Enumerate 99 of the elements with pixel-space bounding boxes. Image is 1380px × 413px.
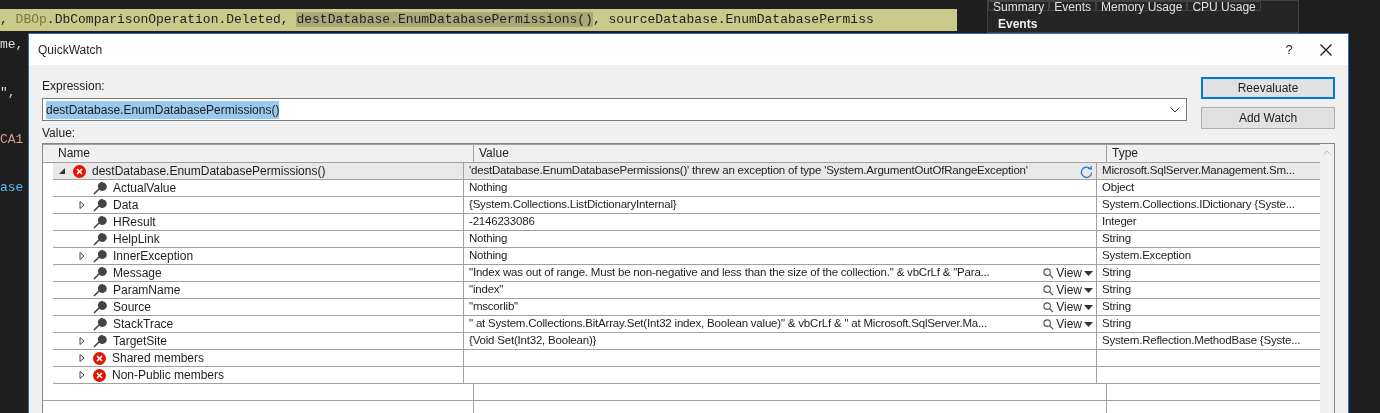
type-text: Object bbox=[1102, 180, 1135, 196]
expression-combobox[interactable]: destDatabase.EnumDatabasePermissions() bbox=[42, 98, 1187, 121]
collapsed-triangle-icon[interactable] bbox=[77, 200, 87, 210]
wrench-icon bbox=[93, 249, 107, 263]
value-text: "index" bbox=[469, 282, 505, 298]
value-text: Nothing bbox=[469, 231, 509, 247]
member-name: Shared members bbox=[112, 350, 205, 366]
value-text: Nothing bbox=[469, 248, 509, 264]
search-icon bbox=[1043, 301, 1055, 313]
code-fragment: me, bbox=[0, 36, 25, 54]
value-text: " at System.Collections.BitArray.Set(Int32 index, Boolean value)" & vbCrLf & " at Microsoft.SqlServer.Ma... bbox=[469, 316, 988, 332]
type-text: String bbox=[1102, 316, 1131, 332]
collapsed-triangle-icon[interactable] bbox=[77, 251, 87, 261]
caret-icon bbox=[1084, 287, 1093, 293]
view-button[interactable]: View bbox=[1043, 281, 1093, 299]
member-name: destDatabase.EnumDatabasePermissions() bbox=[92, 163, 326, 179]
member-name: Message bbox=[113, 265, 162, 281]
code-fragment: ase bbox=[0, 178, 25, 197]
caret-icon bbox=[1084, 321, 1093, 327]
wrench-icon bbox=[93, 266, 107, 280]
member-name: InnerException bbox=[113, 248, 194, 264]
view-button[interactable]: View bbox=[1043, 298, 1093, 316]
watch-row[interactable]: HelpLink Nothing String bbox=[53, 231, 1320, 248]
wrench-icon bbox=[93, 198, 107, 212]
value-text: "Index was out of range. Must be non-negative and less than the size of the collection." & vbCrLf & "Para... bbox=[469, 265, 991, 281]
column-header[interactable]: Type bbox=[1107, 145, 1320, 162]
scrollbar[interactable] bbox=[1320, 144, 1334, 413]
panel-heading: Events bbox=[997, 16, 1039, 33]
refresh-icon[interactable] bbox=[1080, 164, 1093, 178]
wrench-icon bbox=[93, 181, 107, 195]
member-name: Data bbox=[113, 197, 139, 213]
value-text: Nothing bbox=[469, 180, 509, 196]
type-text: System.Reflection.MethodBase {Syste... bbox=[1102, 333, 1301, 349]
collapsed-triangle-icon[interactable] bbox=[77, 353, 87, 363]
watch-row[interactable]: Non-Public members bbox=[53, 367, 1320, 384]
type-text: Integer bbox=[1102, 214, 1137, 230]
watch-row[interactable]: ParamName "index" View String bbox=[53, 282, 1320, 299]
type-text: System.Collections.IDictionary {Syste... bbox=[1102, 197, 1295, 213]
wrench-icon bbox=[93, 232, 107, 246]
code-fragment: CA1 bbox=[0, 131, 25, 149]
column-header[interactable]: Value bbox=[474, 145, 1107, 162]
value-text: -2146233086 bbox=[469, 214, 536, 230]
wrench-icon bbox=[93, 283, 107, 297]
type-text: String bbox=[1102, 231, 1131, 247]
watch-row[interactable]: destDatabase.EnumDatabasePermissions() 'destDatabase.EnumDatabasePermissions()' threw an exception of type 'System.ArgumentOutOfRangeException' Microsoft.SqlServer.Management.Sm... bbox=[53, 163, 1320, 180]
expanded-triangle-icon[interactable] bbox=[57, 166, 67, 176]
member-name: StackTrace bbox=[113, 316, 174, 332]
value-text: {Void Set(Int32, Boolean)} bbox=[469, 333, 598, 349]
value-text: {System.Collections.ListDictionaryInternal} bbox=[469, 197, 678, 213]
wrench-icon bbox=[93, 334, 107, 348]
watch-row[interactable]: Source "mscorlib" View String bbox=[53, 299, 1320, 316]
search-icon bbox=[1043, 318, 1055, 330]
expression-label: Expression: bbox=[42, 78, 106, 95]
caret-icon bbox=[1084, 304, 1093, 310]
wrench-icon bbox=[93, 215, 107, 229]
value-text: 'destDatabase.EnumDatabasePermissions()' threw an exception of type 'System.ArgumentOutOfRangeException' bbox=[469, 163, 1029, 179]
value-text: "mscorlib" bbox=[469, 299, 519, 315]
column-header[interactable]: Name bbox=[53, 145, 474, 162]
view-button[interactable]: View bbox=[1043, 264, 1093, 282]
dialog-button[interactable]: Reevaluate bbox=[1201, 77, 1335, 99]
member-name: ActualValue bbox=[113, 180, 177, 196]
type-text: String bbox=[1102, 299, 1131, 315]
type-text: String bbox=[1102, 282, 1131, 298]
code-fragment: ", bbox=[0, 83, 17, 102]
error-icon bbox=[93, 351, 106, 365]
member-name: TargetSite bbox=[113, 333, 168, 349]
watch-row[interactable]: TargetSite {Void Set(Int32, Boolean)} System.Reflection.MethodBase {Syste... bbox=[53, 333, 1320, 350]
collapsed-triangle-icon[interactable] bbox=[77, 336, 87, 346]
type-text: Microsoft.SqlServer.Management.Sm... bbox=[1102, 163, 1295, 179]
help-button[interactable]: ? bbox=[1274, 39, 1304, 60]
error-icon bbox=[73, 164, 86, 178]
member-name: Source bbox=[113, 299, 152, 315]
close-icon bbox=[1320, 43, 1332, 56]
search-icon bbox=[1043, 284, 1055, 296]
dialog-button[interactable]: Add Watch bbox=[1201, 107, 1335, 129]
error-icon bbox=[93, 368, 106, 382]
member-name: ParamName bbox=[113, 282, 181, 298]
collapsed-triangle-icon[interactable] bbox=[77, 370, 87, 380]
value-label: Value: bbox=[42, 125, 77, 142]
watch-row[interactable]: Shared members bbox=[53, 350, 1320, 367]
wrench-icon bbox=[93, 300, 107, 314]
wrench-icon bbox=[93, 317, 107, 331]
watch-row[interactable]: InnerException Nothing System.Exception bbox=[53, 248, 1320, 265]
type-text: String bbox=[1102, 265, 1131, 281]
view-button[interactable]: View bbox=[1043, 315, 1093, 333]
panel-tab[interactable]: Events bbox=[1049, 1, 1097, 11]
watch-row[interactable]: Message "Index was out of range. Must be non-negative and less than the size of the collection." & vbCrLf & "Para... View String bbox=[53, 265, 1320, 282]
watch-row[interactable]: Data {System.Collections.ListDictionaryInternal} System.Collections.IDictionary {Syste... bbox=[53, 197, 1320, 214]
window-title: QuickWatch bbox=[38, 41, 104, 59]
chevron-down-icon[interactable] bbox=[1170, 106, 1180, 113]
member-name: HResult bbox=[113, 214, 156, 230]
watch-row[interactable]: ActualValue Nothing Object bbox=[53, 180, 1320, 197]
type-text: System.Exception bbox=[1102, 248, 1191, 264]
caret-icon bbox=[1084, 270, 1093, 276]
member-name: Non-Public members bbox=[112, 367, 225, 383]
search-icon bbox=[1043, 267, 1055, 279]
watch-row[interactable]: HResult -2146233086 Integer bbox=[53, 214, 1320, 231]
member-name: HelpLink bbox=[113, 231, 160, 247]
watch-row[interactable]: StackTrace " at System.Collections.BitArray.Set(Int32 index, Boolean value)" & vbCrLf & " at Microsoft.SqlServer.Ma... View String bbox=[53, 316, 1320, 333]
